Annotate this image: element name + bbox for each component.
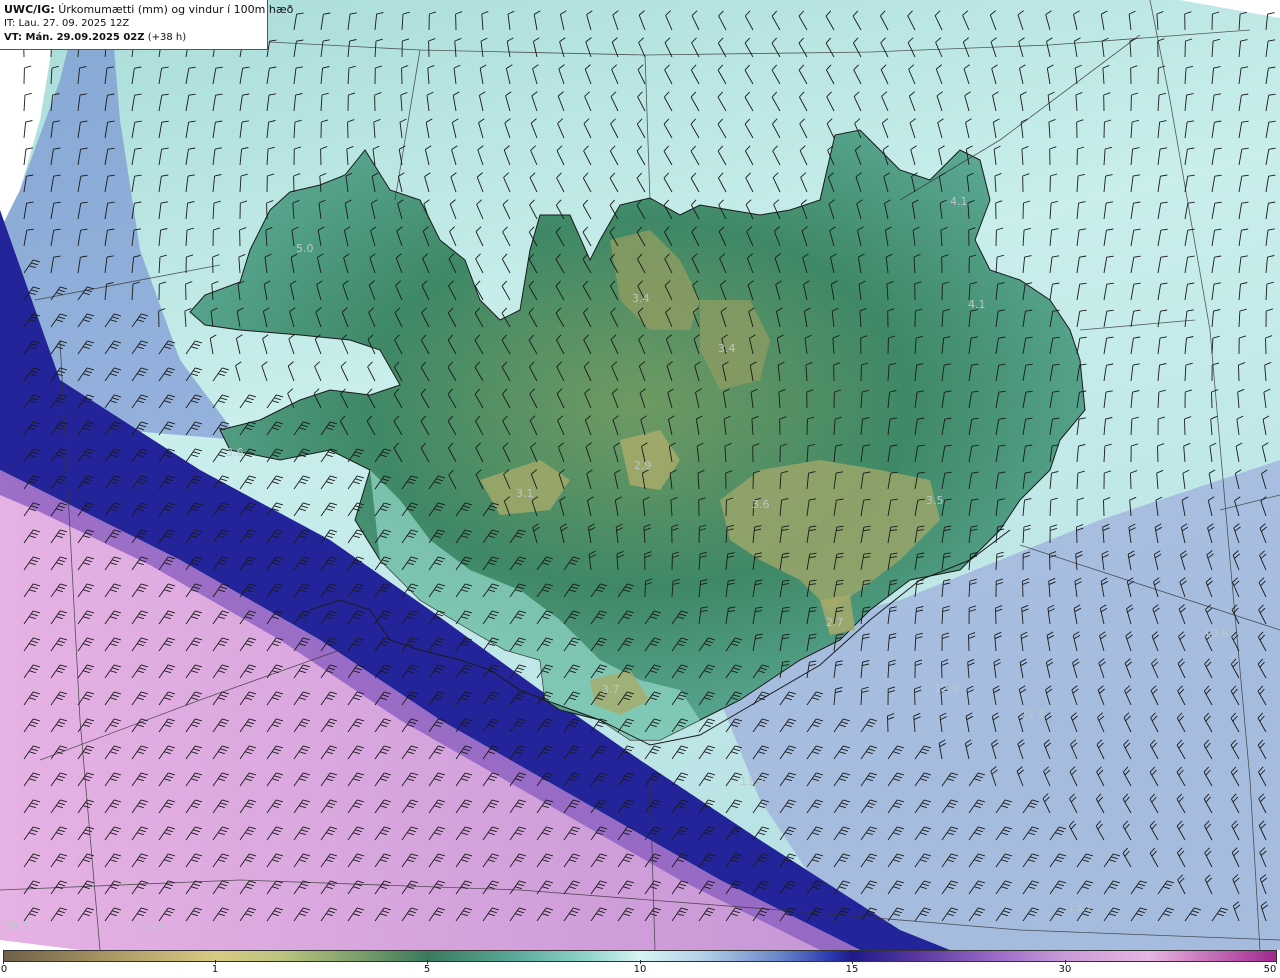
map-value-label: 3.4 xyxy=(632,292,650,305)
colorbar-tick-label: 5 xyxy=(423,964,431,975)
map-value-label: 24.2 xyxy=(140,922,165,935)
map-value-label: 3.1 xyxy=(516,487,534,500)
map-value-label: 10.8 xyxy=(1204,627,1229,640)
valid-time-line: VT: Mán. 29.09.2025 02Z (+38 h) xyxy=(4,31,263,45)
map-value-label: 2.7 xyxy=(826,616,844,629)
map-value-label: 2.9 xyxy=(634,459,652,472)
valid-time: VT: Mán. 29.09.2025 02Z xyxy=(4,32,145,43)
lead-time: (+38 h) xyxy=(147,32,187,43)
colorbar: 0 1 5 10 15 30 50 xyxy=(0,950,1280,978)
colorbar-tick-label: 15 xyxy=(845,964,859,975)
map-value-label: 11.3 xyxy=(740,775,765,788)
map-info-box: UWC/IG: Úrkomumætti (mm) og vindur í 100… xyxy=(0,0,293,50)
map-value-label: 4.1 xyxy=(950,195,968,208)
map-value-label: 13.1 xyxy=(1068,901,1093,914)
map-value-label: 3.5 xyxy=(926,494,944,507)
colorbar-tick-label: 30 xyxy=(1058,964,1072,975)
product-title-line: UWC/IG: Úrkomumætti (mm) og vindur í 100… xyxy=(4,3,293,17)
map-value-label: 3.6 xyxy=(226,446,244,459)
colorbar-tick-label: 50 xyxy=(1263,964,1277,975)
forecast-map: 5.0 4.1 3.4 3.4 4.1 2.9 3.1 3.6 3.5 2.7 … xyxy=(0,0,1280,950)
map-canvas: 5.0 4.1 3.4 3.4 4.1 2.9 3.1 3.6 3.5 2.7 … xyxy=(0,0,1280,950)
map-value-label: 3.7 xyxy=(602,683,620,696)
map-value-label: 3.4 xyxy=(718,342,736,355)
product-label: UWC/IG: xyxy=(4,3,55,16)
map-value-label: 5.0 xyxy=(296,242,314,255)
map-value-label: 12.9 xyxy=(934,682,959,695)
colorbar-tick-label: 1 xyxy=(211,964,219,975)
map-value-label: 4.1 xyxy=(968,298,986,311)
map-value-label: 30.7 xyxy=(4,920,29,933)
map-value-label: 3.6 xyxy=(752,498,770,511)
product-title: Úrkomumætti (mm) og vindur í 100m hæð xyxy=(58,3,294,16)
init-time: IT: Lau. 27. 09. 2025 12Z xyxy=(4,18,130,29)
colorbar-tick-label: 0 xyxy=(0,964,8,975)
colorbar-tick-label: 10 xyxy=(633,964,647,975)
map-value-label: 12.8 xyxy=(1021,708,1046,721)
